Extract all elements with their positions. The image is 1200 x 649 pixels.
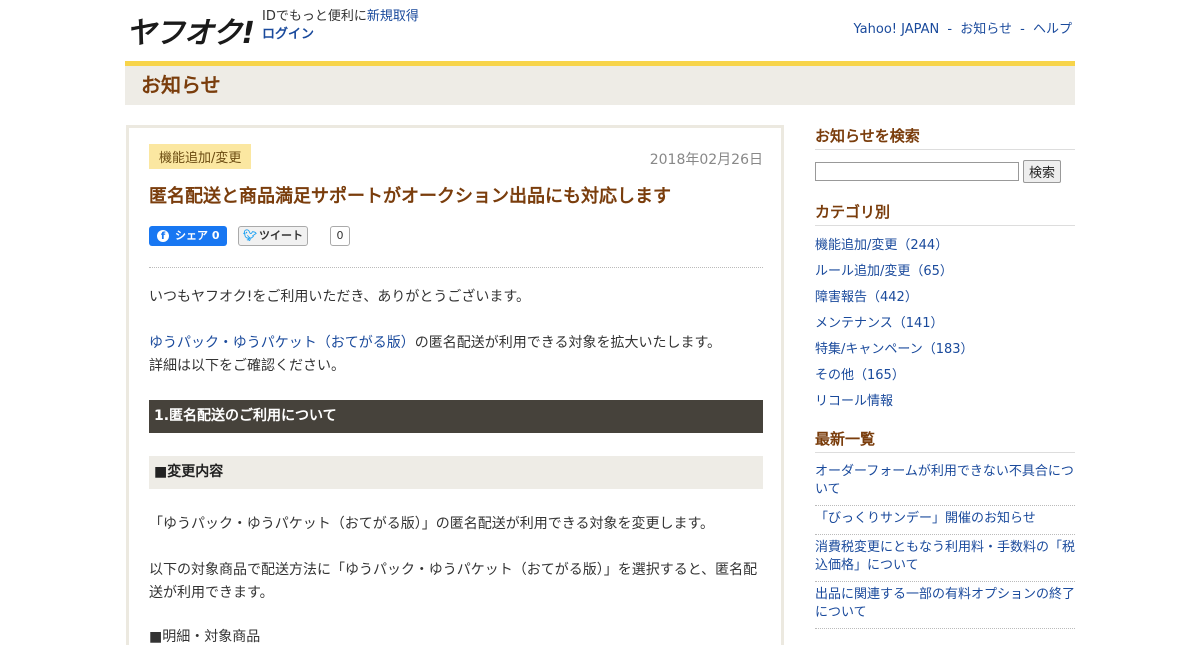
- category-item[interactable]: 特集/キャンペーン（183）: [815, 337, 1075, 363]
- yahuoku-logo[interactable]: ヤフオク!: [126, 8, 255, 52]
- sidebar-categories: カテゴリ別 機能追加/変更（244） ルール追加/変更（65） 障害報告（442…: [815, 201, 1075, 415]
- top-links: Yahoo! JAPAN - お知らせ - ヘルプ: [854, 18, 1072, 37]
- greeting-text: いつもヤフオク!をご利用いただき、ありがとうございます。: [149, 289, 530, 305]
- divider: [149, 267, 763, 268]
- facebook-share-button[interactable]: f シェア 0: [149, 226, 228, 246]
- search-heading: お知らせを検索: [815, 125, 1075, 150]
- cutoff-text: ■明細・対象商品: [149, 629, 261, 645]
- intro-text: の匿名配送が利用できる対象を拡大いたします。: [414, 335, 722, 351]
- search-row: 検索: [815, 160, 1075, 183]
- facebook-icon: f: [157, 230, 169, 242]
- search-input[interactable]: [815, 162, 1019, 181]
- latest-heading: 最新一覧: [815, 428, 1075, 453]
- sub-heading: ■変更内容: [149, 456, 763, 489]
- category-item[interactable]: リコール情報: [815, 389, 1075, 415]
- category-badge[interactable]: 機能追加/変更: [149, 144, 252, 169]
- category-item[interactable]: その他（165）: [815, 363, 1075, 389]
- search-button[interactable]: 検索: [1023, 160, 1062, 183]
- latest-item[interactable]: 消費税変更にともなう利用料・手数料の「税込価格」について: [815, 535, 1075, 582]
- category-item[interactable]: 機能追加/変更（244）: [815, 233, 1075, 259]
- latest-item[interactable]: 「びっくりサンデー」開催のお知らせ: [815, 506, 1075, 535]
- sidebar-latest: 最新一覧 オーダーフォームが利用できない不具合について 「びっくりサンデー」開催…: [815, 428, 1075, 629]
- change-text: 「ゆうパック・ゆうパケット（おてがる版）」の匿名配送が利用できる対象を変更します…: [149, 516, 715, 532]
- article-date: 2018年02月26日: [649, 152, 763, 168]
- login-lead-text: IDでもっと便利に: [262, 9, 367, 24]
- category-item[interactable]: メンテナンス（141）: [815, 311, 1075, 337]
- signup-link[interactable]: 新規取得: [367, 9, 419, 24]
- latest-list: オーダーフォームが利用できない不具合について 「びっくりサンデー」開催のお知らせ…: [815, 459, 1075, 629]
- yahoo-japan-link[interactable]: Yahoo! JAPAN: [854, 22, 940, 37]
- page-title: お知らせ: [141, 73, 221, 97]
- yupack-link[interactable]: ゆうパック・ゆうパケット（おてがる版）: [149, 335, 415, 351]
- tweet-button[interactable]: 🐦︎ ツイート: [238, 226, 308, 246]
- share-label: シェア 0: [175, 229, 220, 242]
- article-title: 匿名配送と商品満足サポートがオークション出品にも対応します: [149, 186, 671, 207]
- category-item[interactable]: ルール追加/変更（65）: [815, 259, 1075, 285]
- latest-item[interactable]: オーダーフォームが利用できない不具合について: [815, 459, 1075, 506]
- category-heading: カテゴリ別: [815, 201, 1075, 226]
- help-link[interactable]: ヘルプ: [1033, 22, 1072, 37]
- news-link[interactable]: お知らせ: [960, 22, 1012, 37]
- category-item[interactable]: 障害報告（442）: [815, 285, 1075, 311]
- detail-text: 以下の対象商品で配送方法に「ゆうパック・ゆうパケット（おてがる版）」を選択すると…: [149, 562, 758, 601]
- title-bar: お知らせ: [125, 61, 1075, 105]
- sidebar-search: お知らせを検索 検索: [815, 125, 1075, 183]
- tweet-label: ツイート: [258, 229, 303, 242]
- page: ヤフオク! IDでもっと便利に新規取得 ログイン Yahoo! JAPAN - …: [0, 0, 1200, 645]
- section-heading: 1.匿名配送のご利用について: [149, 400, 763, 433]
- article-card: 機能追加/変更 2018年02月26日 匿名配送と商品満足サポートがオークション…: [126, 125, 784, 645]
- intro-line2: 詳細は以下をご確認ください。: [149, 358, 345, 374]
- login-area: IDでもっと便利に新規取得 ログイン: [262, 8, 419, 44]
- separator: -: [1020, 22, 1025, 37]
- tweet-count: 0: [330, 226, 350, 246]
- latest-item[interactable]: 出品に関連する一部の有料オプションの終了について: [815, 582, 1075, 629]
- category-list: 機能追加/変更（244） ルール追加/変更（65） 障害報告（442） メンテナ…: [815, 233, 1075, 415]
- login-link[interactable]: ログイン: [262, 26, 419, 44]
- intro-paragraph: ゆうパック・ゆうパケット（おてがる版）の匿名配送が利用できる対象を拡大いたします…: [149, 332, 721, 378]
- twitter-bird-icon: 🐦︎: [243, 229, 257, 242]
- separator: -: [947, 22, 953, 37]
